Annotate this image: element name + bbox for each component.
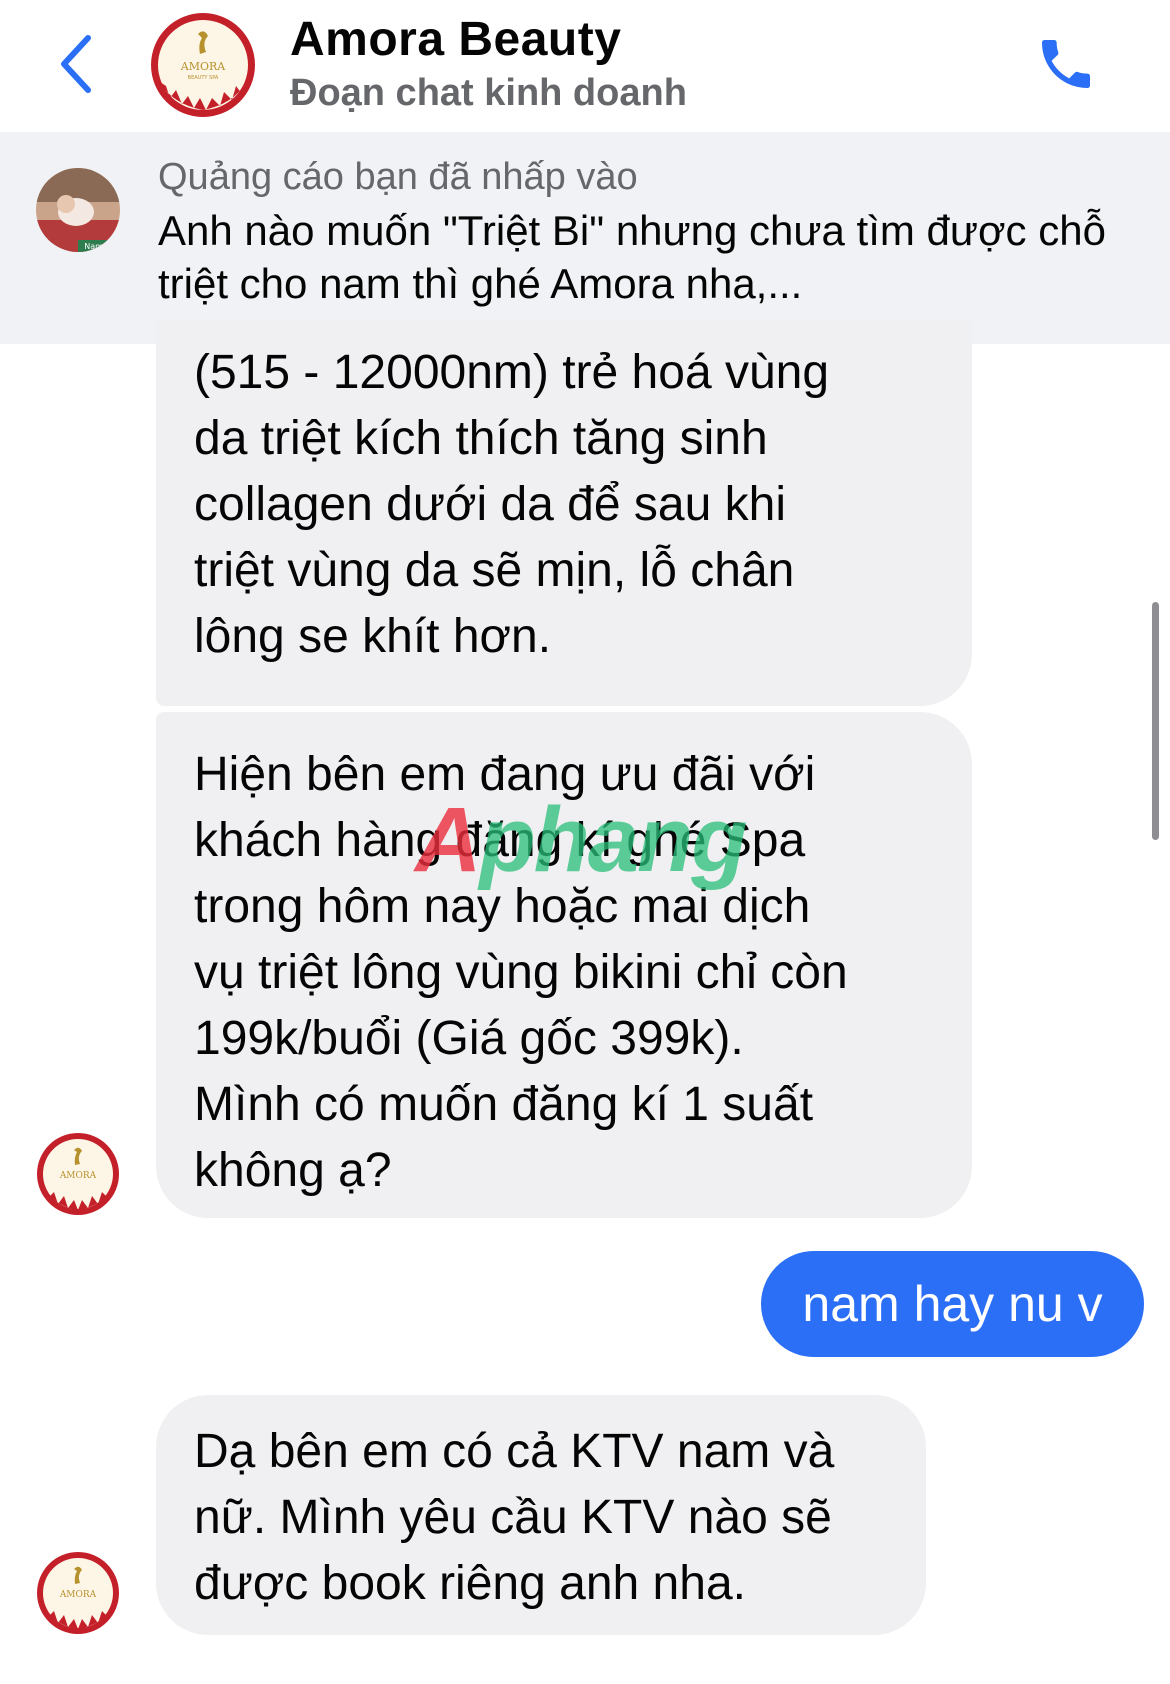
ad-text: Anh nào muốn "Triệt Bi" nhưng chưa tìm đ…	[158, 207, 1106, 307]
message-line: 199k/buổi (Giá gốc 399k).	[194, 1012, 744, 1065]
message-line: (515 - 12000nm) trẻ hoá vùng	[194, 346, 830, 399]
scrollbar-thumb[interactable]	[1152, 602, 1159, 840]
message-line: khách hàng đăng kí ghé Spa	[194, 814, 806, 867]
ad-banner-overlay: Nam 19 Quảng cáo bạn đã nhấp vào Anh nào…	[0, 132, 1170, 320]
chevron-left-icon	[61, 35, 91, 93]
message-line: Mình có muốn đăng kí 1 suất	[194, 1078, 814, 1131]
sender-avatar[interactable]: AMORA	[36, 1132, 120, 1216]
page-subtitle: Đoạn chat kinh doanh	[290, 72, 687, 114]
ad-label: Quảng cáo bạn đã nhấp vào	[158, 156, 638, 198]
logo-text: AMORA	[59, 1171, 97, 1181]
logo-subtext: BEAUTY SPA	[188, 75, 219, 81]
message-line: lông se khít hơn.	[194, 610, 552, 663]
message-line: da triệt kích thích tăng sinh	[194, 412, 768, 465]
page-avatar[interactable]: AMORA BEAUTY SPA	[150, 12, 256, 118]
logo-text: AMORA	[180, 60, 227, 73]
message-bubble-incoming[interactable]: Hiện bên em đang ưu đãi với khách hàng đ…	[156, 712, 972, 1218]
message-line: Hiện bên em đang ưu đãi với	[194, 748, 816, 801]
sender-avatar[interactable]: AMORA	[36, 1551, 120, 1635]
message-line: Dạ bên em có cả KTV nam và	[194, 1425, 835, 1478]
message-line: nữ. Mình yêu cầu KTV nào sẽ	[194, 1491, 832, 1544]
message-line: không ạ?	[194, 1144, 392, 1197]
message-bubble-outgoing[interactable]: nam hay nu v	[761, 1251, 1144, 1357]
logo-text: AMORA	[59, 1590, 97, 1600]
message-bubble-incoming[interactable]: Dạ bên em có cả KTV nam và nữ. Mình yêu …	[156, 1395, 926, 1635]
call-button[interactable]	[1028, 26, 1104, 102]
message-line: được book riêng anh nha.	[194, 1557, 746, 1610]
message-bubble-incoming[interactable]: (515 - 12000nm) trẻ hoá vùng da triệt kí…	[156, 300, 972, 706]
phone-icon	[1042, 40, 1090, 88]
chat-header: AMORA BEAUTY SPA Amora Beauty Đoạn chat …	[0, 0, 1170, 132]
message-line: vụ triệt lông vùng bikini chỉ còn	[194, 946, 848, 999]
ad-thumb-text: Nam 19	[84, 242, 115, 251]
message-line: collagen dưới da để sau khi	[194, 478, 786, 531]
page-title[interactable]: Amora Beauty	[290, 12, 621, 67]
message-line: triệt vùng da sẽ mịn, lỗ chân	[194, 544, 795, 597]
message-line: trong hôm nay hoặc mai dịch	[194, 880, 811, 933]
back-button[interactable]	[50, 28, 102, 100]
ad-thumbnail: Nam 19	[36, 168, 120, 252]
